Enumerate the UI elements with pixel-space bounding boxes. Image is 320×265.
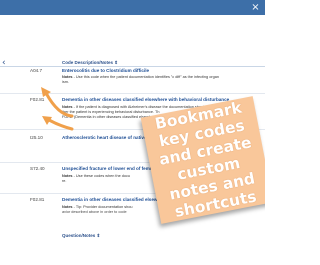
code-list-window: × ‹ Code Description/Notes ⇕ A04.7 Enter… [0,0,265,265]
column-header-label: Question/Notes [62,233,96,238]
note-text: - Use these codes when the docu [72,174,130,178]
note-label: Notes [62,75,73,79]
code-title-link[interactable]: Enterocolitis due to Clostridium diffici… [62,68,262,73]
note-label: Notes [62,174,73,178]
note-text-continued: re. [62,179,67,183]
scroll-fade [0,210,265,230]
column-header-label: Code Description/Notes [62,60,114,65]
note-text: - Tip: Provider documentation shou [72,205,133,209]
arrow-icon [42,116,74,131]
column-header-question[interactable]: Question/Notes ⇕ [62,233,100,239]
callout-text: Bookmark key codes and create custom not… [153,98,258,221]
code-value: S72.40 [30,166,45,171]
promo-callout-note: Bookmark key codes and create custom not… [140,96,265,224]
sort-icon: ⇕ [114,60,119,65]
close-button[interactable]: × [250,2,261,13]
note-label: Notes [62,205,73,209]
code-note: Notes - Use this code when the patient d… [62,75,262,85]
code-value: F02.81 [30,197,45,202]
code-value: I25.10 [30,135,43,140]
note-text-continued: ther the patient is experiencing behavio… [62,110,160,114]
sort-icon: ⇕ [96,233,101,238]
note-text: - Use this code when the patient documen… [72,75,219,79]
divider [0,66,265,67]
code-value: A04.7 [30,68,43,73]
title-bar: × [0,0,265,15]
